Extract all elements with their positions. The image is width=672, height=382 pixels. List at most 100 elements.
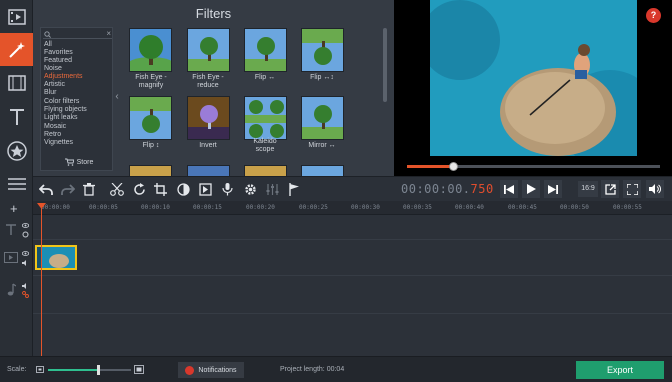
cart-icon — [64, 158, 74, 166]
preview-seek-slider[interactable] — [407, 162, 660, 171]
play-button[interactable] — [522, 180, 540, 198]
filter-thumbnail-partial[interactable] — [187, 165, 230, 176]
timeline-tracks[interactable] — [33, 215, 672, 356]
undo-icon — [38, 183, 53, 195]
category-item[interactable]: Noise — [44, 65, 112, 73]
rotate-icon — [134, 183, 145, 195]
transition-button[interactable] — [197, 181, 214, 198]
delete-button[interactable] — [80, 181, 97, 198]
tick-label: 00:00:55 — [613, 204, 642, 211]
scale-fill — [48, 369, 98, 371]
filter-thumbnail-flip-vertical[interactable] — [129, 96, 172, 140]
filter-thumbnail-kaleidoscope[interactable] — [244, 96, 287, 140]
category-item[interactable]: Vignettes — [44, 139, 112, 147]
clear-search-icon[interactable]: × — [106, 29, 111, 38]
seek-handle[interactable] — [448, 162, 458, 171]
export-button[interactable]: Export — [576, 361, 664, 379]
skip-back-icon — [504, 184, 514, 194]
panel-title: Filters — [195, 6, 232, 21]
store-button[interactable]: Store — [54, 156, 104, 168]
skip-forward-button[interactable] — [544, 180, 562, 198]
equalizer-button[interactable] — [264, 181, 281, 198]
notifications-button[interactable]: Notifications — [178, 362, 244, 378]
clip-properties-button[interactable] — [242, 181, 259, 198]
timeline-ruler[interactable]: 00:00:00 00:00:05 00:00:10 00:00:15 00:0… — [33, 201, 672, 215]
filter-label: Fish Eye - magnify — [135, 74, 167, 89]
sidebar-item-transitions[interactable] — [0, 66, 33, 99]
category-item[interactable]: Flying objects — [44, 106, 112, 114]
fullscreen-button[interactable] — [623, 180, 641, 198]
filter-thumbnail-flip-both[interactable] — [301, 28, 344, 72]
sidebar-item-filters[interactable] — [0, 33, 33, 66]
category-item[interactable]: Featured — [44, 57, 112, 65]
sidebar-item-titles[interactable] — [0, 100, 33, 133]
filter-thumbnail-mirror[interactable] — [301, 96, 344, 140]
filter-label: Kaleido scope — [253, 138, 277, 153]
eye-icon[interactable] — [22, 223, 29, 228]
video-preview — [394, 0, 672, 176]
filter-label: Flip ↔↕ — [310, 74, 334, 81]
marker-button[interactable] — [286, 181, 303, 198]
scale-slider[interactable] — [48, 365, 131, 375]
record-audio-button[interactable] — [219, 181, 236, 198]
help-button[interactable]: ? — [646, 8, 661, 23]
track-headers: + — [0, 201, 33, 356]
category-item[interactable]: Blur — [44, 89, 112, 97]
redo-icon — [60, 183, 75, 195]
add-track-icon[interactable]: + — [10, 202, 18, 215]
play-icon — [526, 184, 536, 194]
category-item[interactable]: Color filters — [44, 98, 112, 106]
filter-thumbnail-partial[interactable] — [129, 165, 172, 176]
undo-button[interactable] — [37, 181, 54, 198]
category-item[interactable]: Artistic — [44, 81, 112, 89]
cut-button[interactable] — [108, 181, 125, 198]
fullscreen-icon — [626, 183, 638, 195]
volume-button[interactable] — [646, 180, 664, 198]
notifications-label: Notifications — [198, 366, 237, 374]
filter-thumbnail-fisheye-reduce[interactable] — [187, 28, 230, 72]
zoom-in-icon[interactable] — [134, 365, 144, 374]
filters-scrollbar[interactable] — [383, 28, 387, 102]
filter-thumbnail-flip-horizontal[interactable] — [244, 28, 287, 72]
filter-thumbnail-fisheye-magnify[interactable] — [129, 28, 172, 72]
eye-icon[interactable] — [22, 251, 29, 256]
unlink-icon[interactable] — [22, 291, 29, 298]
sidebar-item-import[interactable] — [0, 0, 33, 33]
sidebar-item-more[interactable] — [0, 167, 33, 200]
sidebar-item-stickers[interactable] — [0, 134, 33, 167]
category-search-input[interactable]: × — [43, 29, 112, 39]
filter-label: Fish Eye - reduce — [192, 74, 224, 89]
store-label: Store — [76, 158, 94, 166]
collapse-panel-icon[interactable]: ‹ — [113, 92, 121, 102]
zoom-out-icon[interactable] — [36, 366, 44, 373]
scale-handle[interactable] — [96, 365, 100, 375]
color-adjust-button[interactable] — [175, 181, 192, 198]
film-strip-icon — [7, 74, 26, 91]
rotate-button[interactable] — [131, 181, 148, 198]
category-item[interactable]: Mosaic — [44, 123, 112, 131]
filter-thumbnail-partial[interactable] — [244, 165, 287, 176]
category-item-selected[interactable]: Adjustments — [44, 73, 112, 81]
link-icon[interactable] — [22, 231, 29, 238]
film-import-icon — [7, 8, 26, 25]
playhead[interactable] — [41, 203, 42, 356]
video-track-icon — [4, 252, 18, 263]
filter-label: Flip ↔ — [254, 74, 276, 81]
filter-thumbnail-partial[interactable] — [301, 165, 344, 176]
category-item[interactable]: Light leaks — [44, 114, 112, 122]
redo-button[interactable] — [59, 181, 76, 198]
detach-preview-button[interactable] — [601, 180, 619, 198]
mute-track-icon[interactable] — [22, 260, 29, 266]
tick-label: 00:00:05 — [89, 204, 118, 211]
filter-thumbnail-invert[interactable] — [187, 96, 230, 140]
skip-back-button[interactable] — [500, 180, 518, 198]
crop-button[interactable] — [152, 181, 169, 198]
volume-track-icon[interactable] — [22, 283, 29, 289]
scissors-icon — [109, 183, 124, 196]
category-item[interactable]: All — [44, 41, 112, 49]
category-item[interactable]: Retro — [44, 131, 112, 139]
contrast-icon — [177, 183, 190, 196]
tick-label: 00:00:15 — [193, 204, 222, 211]
category-item[interactable]: Favorites — [44, 49, 112, 57]
aspect-ratio-button[interactable]: 16:9 — [578, 181, 598, 197]
